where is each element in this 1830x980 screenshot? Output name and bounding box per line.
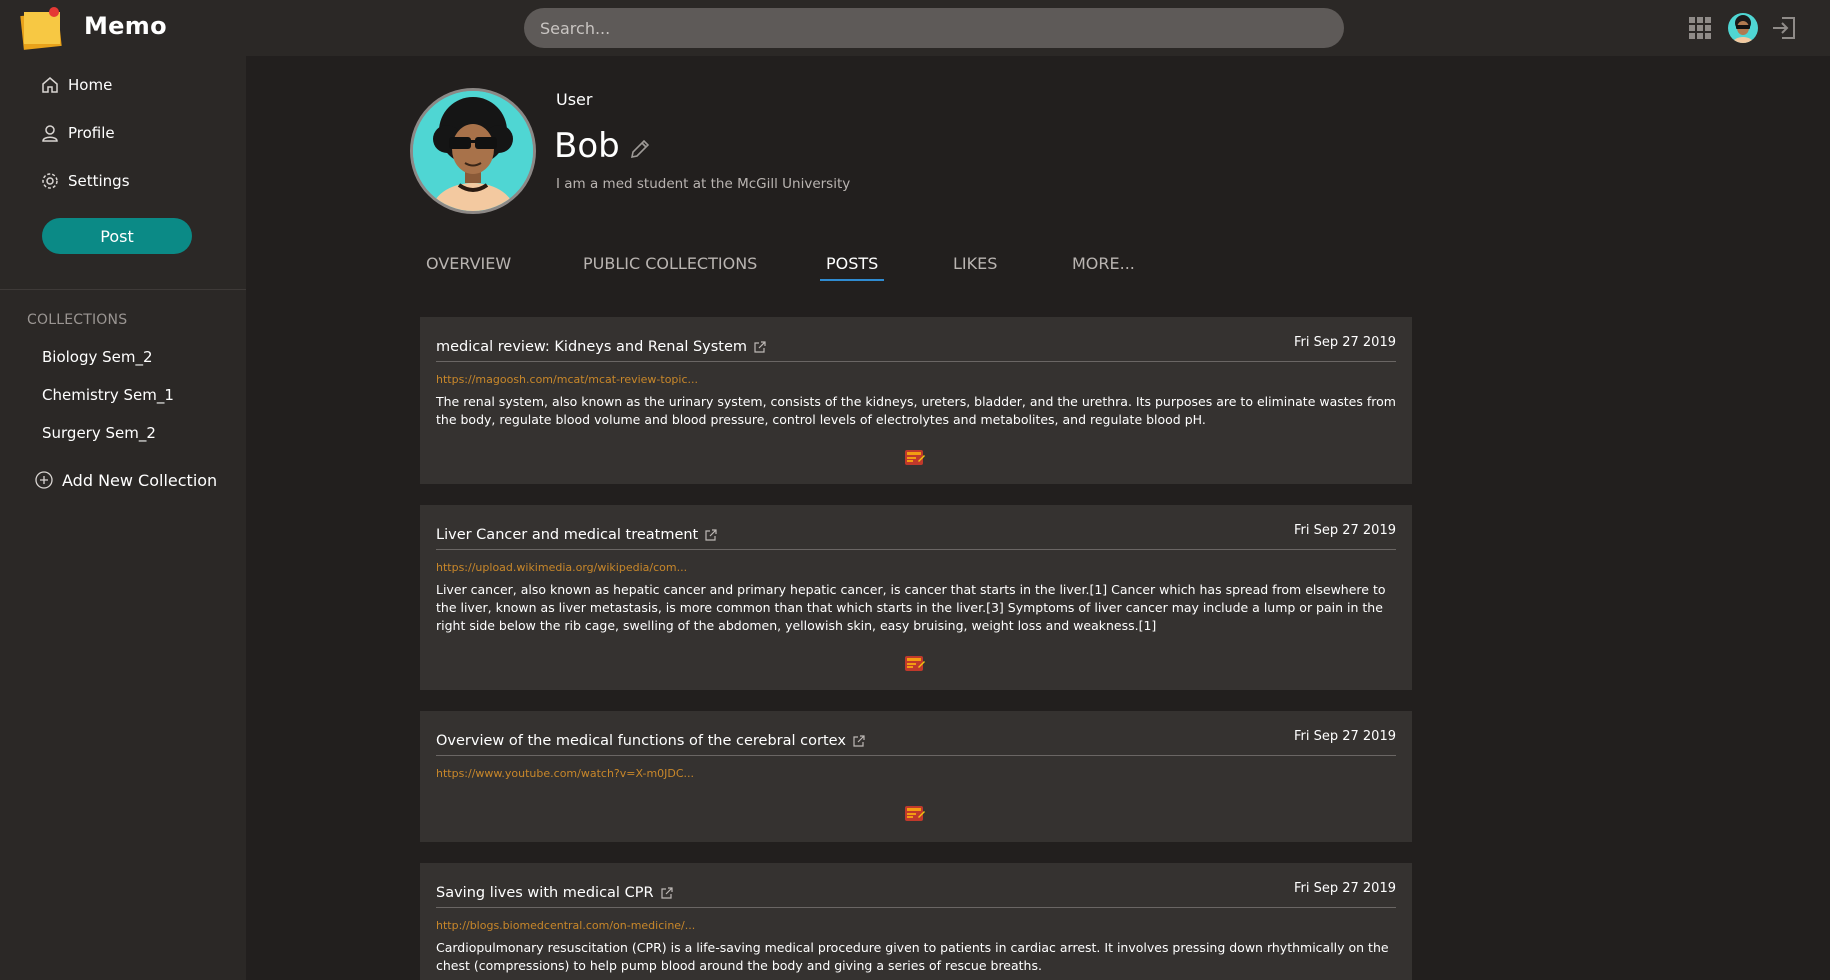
post-divider: [436, 907, 1396, 908]
sidebar-item-label: Settings: [68, 172, 130, 190]
top-bar: Memo: [0, 0, 1830, 56]
app-name[interactable]: Memo: [84, 12, 167, 40]
profile-avatar[interactable]: [410, 88, 536, 214]
user-name: Bob: [554, 126, 620, 166]
tab-posts[interactable]: POSTS: [820, 252, 885, 281]
sidebar-item-profile[interactable]: Profile: [40, 118, 115, 148]
post-date: Fri Sep 27 2019: [1293, 523, 1396, 538]
post-url-link[interactable]: https://www.youtube.com/watch?v=X-m0JDC.…: [436, 767, 694, 780]
post-title[interactable]: Saving lives with medical CPR: [436, 885, 674, 901]
user-icon: [42, 125, 58, 142]
external-link-icon[interactable]: [704, 528, 718, 542]
post-card: Overview of the medical functions of the…: [420, 711, 1412, 842]
edit-pencil-icon[interactable]: [628, 137, 652, 161]
sidebar-item-label: Profile: [68, 124, 115, 142]
post-body: Cardiopulmonary resuscitation (CPR) is a…: [436, 940, 1389, 973]
post-divider: [436, 361, 1396, 362]
collection-item[interactable]: Chemistry Sem_1: [42, 386, 174, 404]
home-icon: [42, 77, 58, 93]
post-title[interactable]: Liver Cancer and medical treatment: [436, 527, 718, 543]
post-title[interactable]: Overview of the medical functions of the…: [436, 733, 866, 749]
sidebar: Home Profile Settings Post COLLECTIONS B…: [0, 56, 246, 980]
post-body: The renal system, also known as the urin…: [436, 394, 1396, 427]
post-title-text[interactable]: Liver Cancer and medical treatment: [436, 527, 698, 543]
post-title-text[interactable]: Saving lives with medical CPR: [436, 885, 654, 901]
sidebar-divider: [0, 289, 246, 290]
post-divider: [436, 549, 1396, 550]
add-collection-label: Add New Collection: [62, 470, 218, 490]
post-date: Fri Sep 27 2019: [1293, 335, 1396, 350]
apps-grid-icon[interactable]: [1686, 14, 1714, 42]
sidebar-item-label: Home: [68, 76, 113, 94]
user-avatar[interactable]: [1728, 13, 1758, 43]
post-url-link[interactable]: https://magoosh.com/mcat/mcat-review-top…: [436, 373, 698, 386]
collection-item[interactable]: Surgery Sem_2: [42, 424, 156, 442]
post-title[interactable]: medical review: Kidneys and Renal System: [436, 339, 767, 355]
tab-more[interactable]: MORE...: [1066, 252, 1141, 279]
tab-likes[interactable]: LIKES: [947, 252, 1003, 279]
tab-public-collections[interactable]: PUBLIC COLLECTIONS: [577, 252, 763, 279]
external-link-icon[interactable]: [660, 886, 674, 900]
logout-icon[interactable]: [1770, 14, 1798, 42]
post-url-link[interactable]: https://upload.wikimedia.org/wikipedia/c…: [436, 561, 687, 574]
post-title-text[interactable]: Overview of the medical functions of the…: [436, 733, 846, 749]
post-url-link[interactable]: http://blogs.biomedcentral.com/on-medici…: [436, 919, 695, 932]
add-collection-button[interactable]: Add New Collection: [34, 470, 217, 490]
external-link-icon[interactable]: [852, 734, 866, 748]
note-card-icon[interactable]: [904, 447, 926, 467]
collections-heading: COLLECTIONS: [27, 312, 128, 328]
gear-icon: [42, 173, 58, 189]
post-date: Fri Sep 27 2019: [1293, 729, 1396, 744]
post-card: Saving lives with medical CPR Fri Sep 27…: [420, 863, 1412, 980]
post-card: Liver Cancer and medical treatment Fri S…: [420, 505, 1412, 690]
memo-logo-icon[interactable]: [18, 6, 66, 50]
tab-overview[interactable]: OVERVIEW: [420, 252, 517, 279]
note-card-icon[interactable]: [904, 653, 926, 673]
post-card: medical review: Kidneys and Renal System…: [420, 317, 1412, 484]
post-date: Fri Sep 27 2019: [1293, 881, 1396, 896]
post-divider: [436, 755, 1396, 756]
external-link-icon[interactable]: [753, 340, 767, 354]
search-input[interactable]: [524, 8, 1344, 48]
post-title-text[interactable]: medical review: Kidneys and Renal System: [436, 339, 747, 355]
post-body: Liver cancer, also known as hepatic canc…: [436, 582, 1386, 633]
user-role-label: User: [556, 90, 593, 109]
plus-circle-icon: [35, 471, 53, 489]
collection-item[interactable]: Biology Sem_2: [42, 348, 153, 366]
post-button[interactable]: Post: [42, 218, 192, 254]
user-bio: I am a med student at the McGill Univers…: [556, 176, 851, 192]
note-card-icon[interactable]: [904, 803, 926, 823]
sidebar-item-home[interactable]: Home: [40, 70, 112, 100]
sidebar-item-settings[interactable]: Settings: [40, 166, 130, 196]
